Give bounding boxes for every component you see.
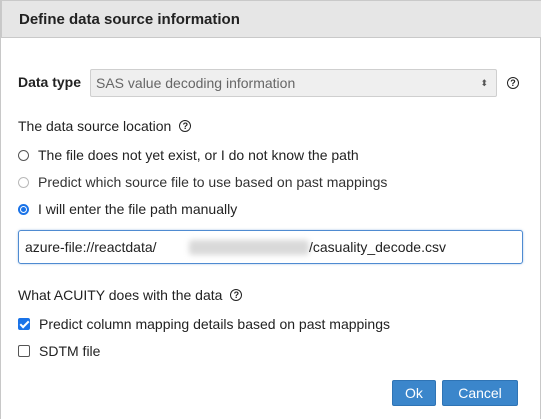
- cancel-button[interactable]: Cancel: [442, 380, 518, 406]
- help-icon[interactable]: ?: [179, 120, 192, 132]
- acuity-label: What ACUITY does with the data: [18, 287, 223, 303]
- checkbox-label[interactable]: SDTM file: [39, 343, 100, 359]
- radio-option-unknown-path[interactable]: The file does not yet exist, or I do not…: [18, 147, 359, 163]
- data-type-selected-value: SAS value decoding information: [96, 75, 296, 91]
- radio-button[interactable]: [18, 176, 29, 188]
- location-section-label: The data source location ?: [18, 118, 192, 134]
- checkbox-label[interactable]: Predict column mapping details based on …: [39, 316, 390, 332]
- checkbox-sdtm-file[interactable]: SDTM file: [18, 343, 100, 359]
- radio-button-selected[interactable]: [18, 203, 29, 215]
- ok-button[interactable]: Ok: [392, 380, 436, 406]
- define-data-source-dialog: Define data source information Data type…: [0, 0, 541, 419]
- radio-label[interactable]: The file does not yet exist, or I do not…: [38, 147, 359, 163]
- radio-option-manual-path[interactable]: I will enter the file path manually: [18, 201, 237, 217]
- file-path-input[interactable]: azure-file://reactdata/ /casuality_decod…: [18, 230, 523, 264]
- location-label: The data source location: [18, 118, 172, 134]
- file-path-suffix: /casuality_decode.csv: [309, 239, 446, 255]
- help-icon[interactable]: ?: [230, 289, 243, 301]
- radio-button[interactable]: [18, 149, 29, 161]
- radio-option-predict-source[interactable]: Predict which source file to use based o…: [18, 174, 387, 190]
- data-type-row: Data type: [18, 74, 81, 90]
- data-type-help[interactable]: ?: [507, 77, 519, 89]
- data-type-select[interactable]: SAS value decoding information ⬍: [90, 69, 497, 97]
- checkbox[interactable]: [18, 345, 30, 357]
- dialog-title: Define data source information: [1, 0, 541, 38]
- redacted-path-segment: [189, 240, 309, 255]
- select-arrows-icon: ⬍: [480, 78, 488, 88]
- checkbox-checked[interactable]: [18, 318, 30, 330]
- help-icon[interactable]: ?: [507, 77, 519, 89]
- data-type-label: Data type: [18, 74, 82, 90]
- radio-label[interactable]: Predict which source file to use based o…: [38, 174, 387, 190]
- acuity-section-label: What ACUITY does with the data ?: [18, 287, 243, 303]
- radio-label[interactable]: I will enter the file path manually: [38, 201, 237, 217]
- checkbox-predict-mapping[interactable]: Predict column mapping details based on …: [18, 316, 390, 332]
- file-path-prefix: azure-file://reactdata/: [25, 239, 157, 255]
